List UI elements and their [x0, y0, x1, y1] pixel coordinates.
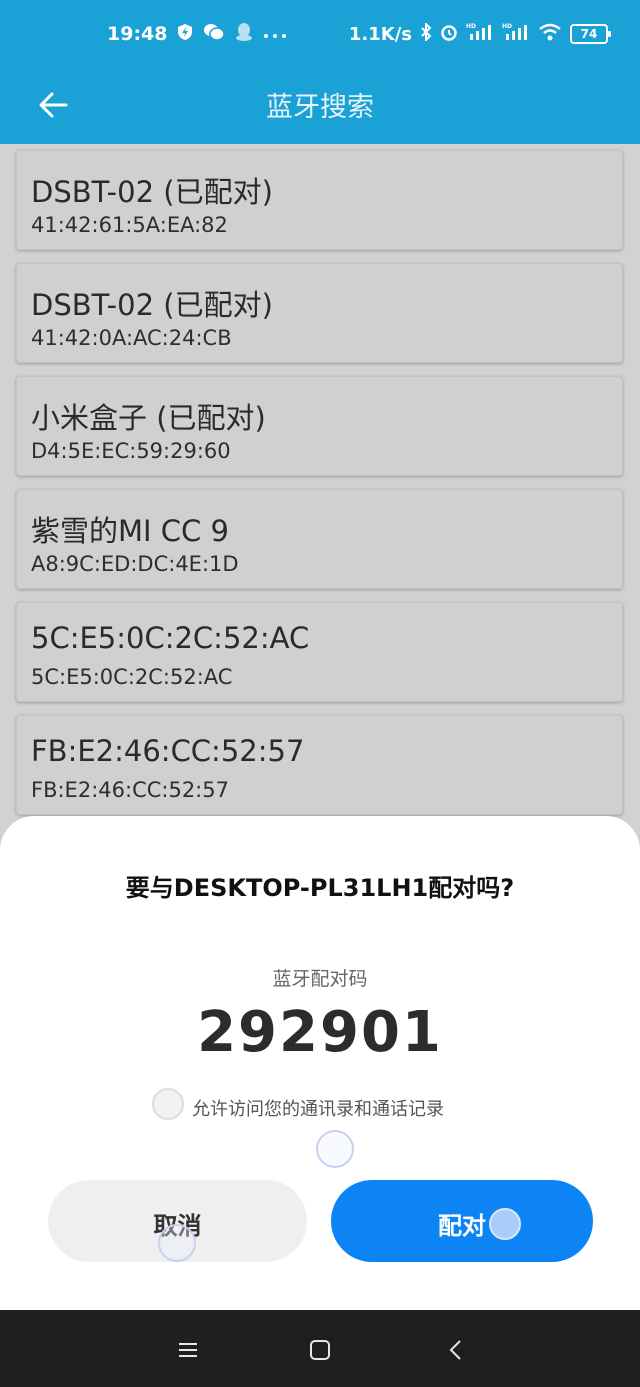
touch-indicator — [489, 1208, 521, 1240]
device-item[interactable]: DSBT-02 (已配对) 41:42:0A:AC:24:CB — [16, 263, 623, 363]
device-list: DSBT-02 (已配对) 41:42:61:5A:EA:82 DSBT-02 … — [0, 144, 640, 820]
system-nav-bar — [0, 1310, 640, 1387]
device-item[interactable]: DSBT-02 (已配对) 41:42:61:5A:EA:82 — [16, 150, 623, 250]
contacts-option-label[interactable]: 允许访问您的通讯录和通话记录 — [192, 1095, 444, 1121]
status-right: 1.1K/s HD HD 74 — [348, 21, 611, 46]
device-name: 紫雪的MI CC 9 — [31, 514, 229, 548]
device-address: A8:9C:ED:DC:4E:1D — [31, 552, 239, 576]
wechat-icon — [203, 23, 226, 45]
device-address: D4:5E:EC:59:29:60 — [31, 439, 231, 463]
status-bar: 19:48 1.1K/s HD HD 74 — [0, 0, 640, 68]
qq-icon — [235, 22, 253, 46]
cancel-button[interactable]: 取消 — [48, 1180, 307, 1262]
device-name: 5C:E5:0C:2C:52:AC — [31, 621, 310, 655]
device-name: 小米盒子 (已配对) — [31, 401, 266, 435]
home-icon[interactable] — [300, 1330, 340, 1370]
pairing-dialog: 要与DESKTOP-PL31LH1配对吗? 蓝牙配对码 292901 允许访问您… — [0, 816, 640, 1310]
device-item[interactable]: 紫雪的MI CC 9 A8:9C:ED:DC:4E:1D — [16, 489, 623, 589]
more-icon — [263, 26, 287, 43]
alarm-icon — [440, 23, 458, 45]
pair-label: 配对 — [438, 1212, 486, 1240]
back-icon[interactable] — [435, 1330, 475, 1370]
dialog-title: 要与DESKTOP-PL31LH1配对吗? — [125, 874, 515, 902]
device-item[interactable]: FB:E2:46:CC:52:57 FB:E2:46:CC:52:57 — [16, 715, 623, 815]
device-item[interactable]: 小米盒子 (已配对) D4:5E:EC:59:29:60 — [16, 376, 623, 476]
signal-hd-icon: HD — [502, 22, 530, 46]
pair-button[interactable]: 配对 — [331, 1180, 593, 1262]
status-time: 19:48 — [107, 23, 168, 45]
svg-text:HD: HD — [466, 23, 476, 30]
contacts-checkbox[interactable] — [152, 1088, 184, 1120]
touch-indicator — [158, 1224, 196, 1262]
app-bar: 蓝牙搜索 — [0, 68, 640, 144]
device-name: DSBT-02 (已配对) — [31, 175, 273, 209]
device-address: 5C:E5:0C:2C:52:AC — [31, 665, 233, 689]
menu-icon[interactable] — [168, 1330, 208, 1370]
status-left: 19:48 — [107, 22, 287, 46]
net-speed: 1.1K/s — [348, 23, 412, 45]
device-name: FB:E2:46:CC:52:57 — [31, 734, 305, 768]
shield-icon — [177, 23, 193, 45]
device-address: FB:E2:46:CC:52:57 — [31, 778, 229, 802]
device-name: DSBT-02 (已配对) — [31, 288, 273, 322]
device-item[interactable]: 5C:E5:0C:2C:52:AC 5C:E5:0C:2C:52:AC — [16, 602, 623, 702]
touch-indicator — [316, 1130, 354, 1168]
battery-icon: 74 — [570, 24, 611, 44]
bluetooth-icon — [420, 21, 432, 45]
device-address: 41:42:61:5A:EA:82 — [31, 213, 228, 237]
device-address: 41:42:0A:AC:24:CB — [31, 326, 232, 350]
svg-text:HD: HD — [502, 23, 512, 30]
pin-code: 292901 — [197, 1000, 443, 1065]
page-title: 蓝牙搜索 — [266, 92, 374, 123]
wifi-icon — [538, 23, 562, 45]
pin-label: 蓝牙配对码 — [272, 968, 368, 990]
signal-hd-icon: HD — [466, 22, 494, 46]
